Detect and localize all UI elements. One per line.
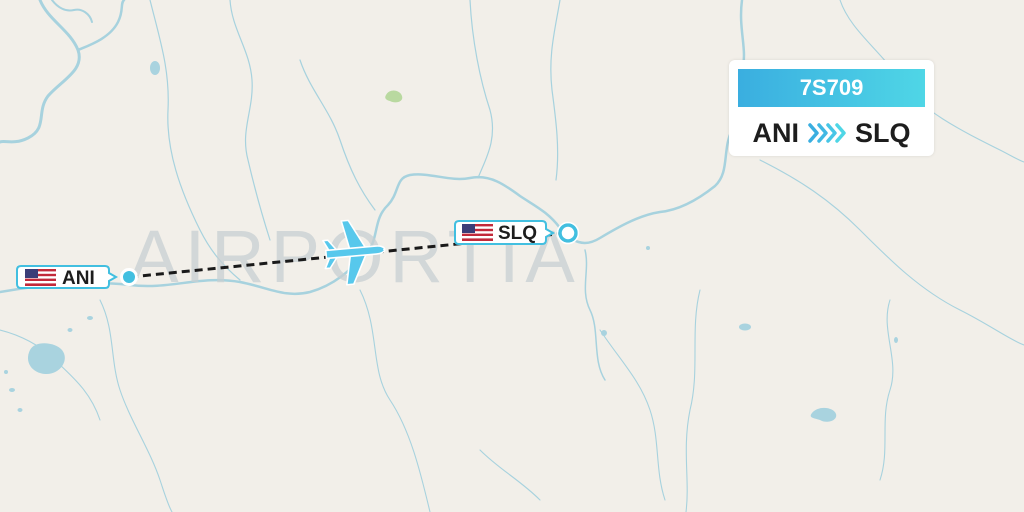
route-destination-code: SLQ — [854, 117, 911, 148]
lake-small-9 — [87, 316, 93, 320]
lake-small-6 — [17, 408, 23, 412]
destination-airport-label[interactable]: SLQ — [454, 220, 556, 245]
lake-small-5 — [9, 388, 15, 392]
lake-small-3 — [150, 61, 160, 75]
origin-code: ANI — [62, 268, 95, 289]
route-info-card: 7S709 ANI SLQ — [729, 60, 934, 156]
route-summary: ANI SLQ — [729, 114, 934, 152]
lake-small-8 — [67, 328, 73, 332]
us-flag-icon — [25, 269, 56, 286]
origin-airport-label[interactable]: ANI — [16, 265, 119, 289]
lake-small-11 — [894, 337, 898, 343]
origin-airport-marker[interactable] — [120, 268, 138, 286]
route-origin-code: ANI — [752, 117, 799, 148]
flight-number-banner: 7S709 — [738, 69, 925, 107]
destination-code: SLQ — [498, 223, 537, 244]
chevrons-right-icon — [807, 122, 847, 144]
us-flag-icon — [462, 224, 493, 241]
lake-small-10 — [646, 246, 650, 250]
flight-number: 7S709 — [799, 75, 864, 100]
lake-small-1 — [739, 323, 751, 331]
destination-airport-marker[interactable] — [558, 223, 578, 243]
lake-small-7 — [4, 370, 8, 374]
lake-small-4 — [601, 330, 607, 336]
